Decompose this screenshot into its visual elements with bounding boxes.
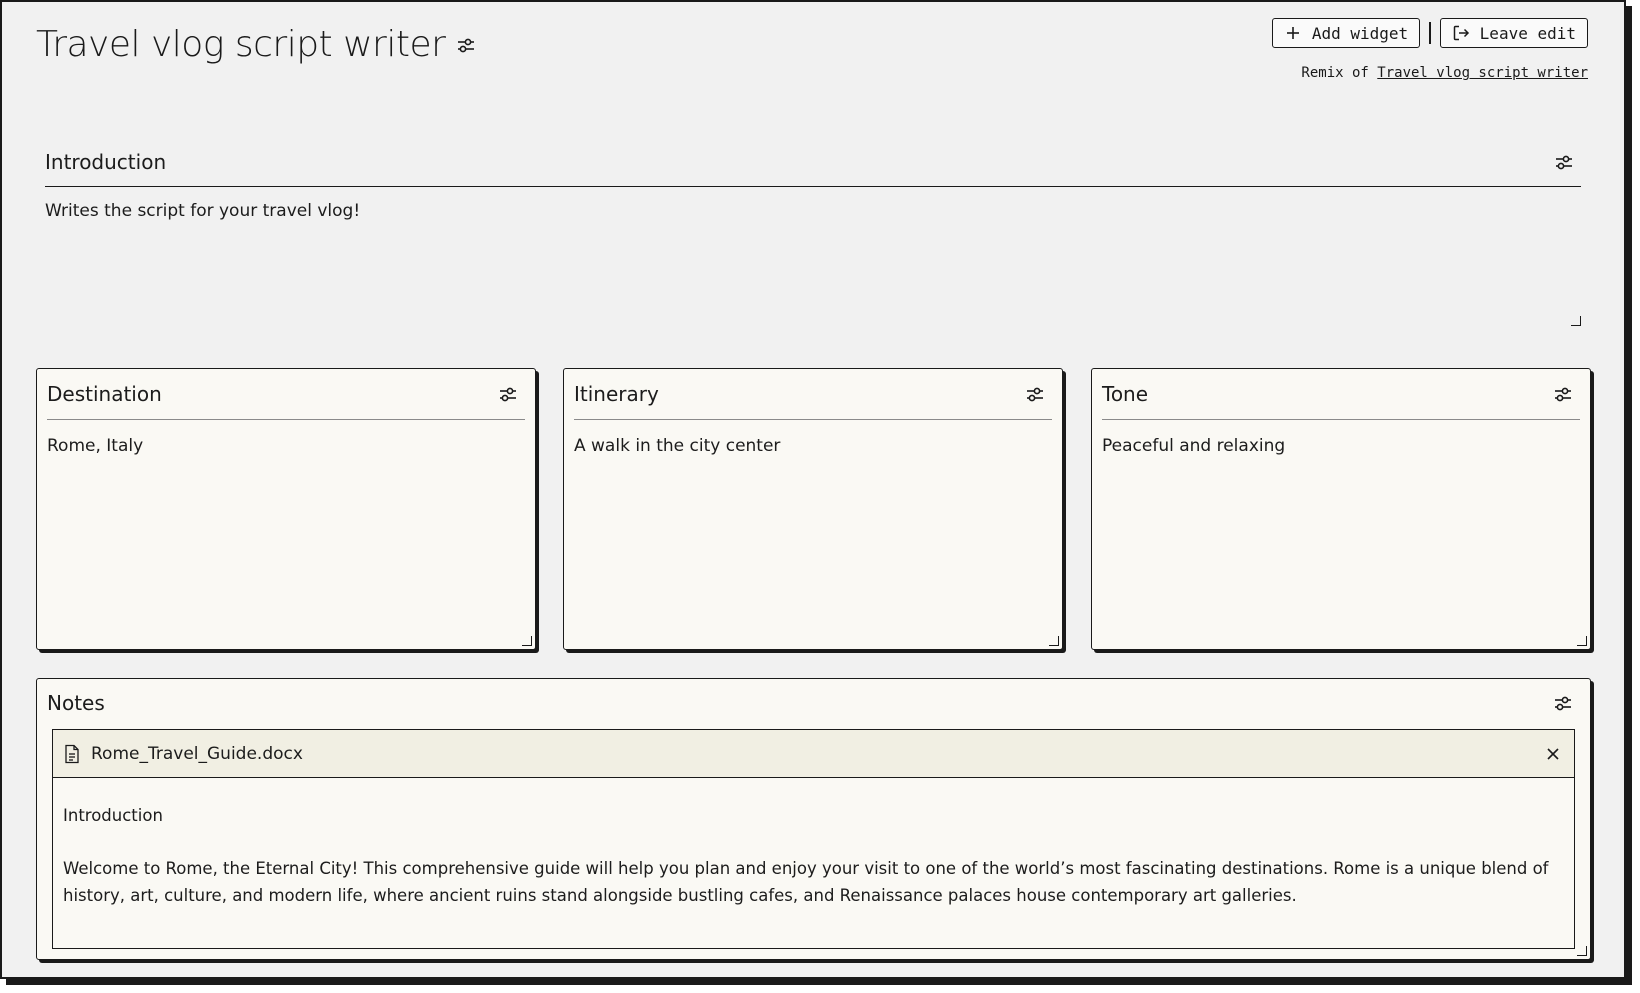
document-icon [63, 744, 81, 764]
widget-header: Itinerary [574, 369, 1052, 420]
document-paragraph: Welcome to Rome, the Eternal City! This … [63, 859, 1549, 905]
document-heading: Introduction [63, 806, 163, 825]
leave-edit-button[interactable]: Leave edit [1439, 18, 1588, 48]
sliders-icon[interactable] [1552, 692, 1574, 714]
page-title-text: Travel vlog script writer [36, 24, 446, 65]
add-widget-button[interactable]: Add widget [1271, 18, 1421, 48]
app-window: Travel vlog script writer Add widget Lea… [0, 0, 1626, 979]
destination-widget: Destination Rome, Italy [36, 368, 536, 650]
destination-value[interactable]: Rome, Italy [47, 436, 525, 456]
tone-widget: Tone Peaceful and relaxing [1091, 368, 1591, 650]
sliders-icon[interactable] [497, 383, 519, 405]
leave-edit-label: Leave edit [1479, 23, 1576, 43]
introduction-header: Introduction [45, 138, 1581, 187]
remix-prefix: Remix of [1301, 65, 1369, 81]
plus-icon [1284, 24, 1302, 42]
document-content[interactable]: Introduction Welcome to Rome, the Eterna… [53, 778, 1574, 909]
introduction-section: Introduction Writes the script for your … [45, 138, 1581, 338]
widget-label: Destination [47, 382, 162, 406]
document-filename: Rome_Travel_Guide.docx [91, 743, 303, 764]
sliders-icon[interactable] [455, 34, 477, 56]
sliders-icon[interactable] [1024, 383, 1046, 405]
resize-handle[interactable] [522, 636, 532, 646]
page-title: Travel vlog script writer [36, 24, 477, 65]
remix-link[interactable]: Travel vlog script writer [1377, 65, 1588, 81]
document-name: Rome_Travel_Guide.docx [63, 744, 303, 764]
widget-header: Destination [47, 369, 525, 420]
document-bar: Rome_Travel_Guide.docx [53, 730, 1574, 778]
introduction-label: Introduction [45, 150, 167, 174]
sliders-icon[interactable] [1552, 383, 1574, 405]
close-icon[interactable] [1544, 745, 1562, 763]
notes-widget: Notes Rome_Travel_Guide.docx Introductio… [36, 678, 1591, 960]
top-actions: Add widget Leave edit [1271, 18, 1588, 48]
attached-document: Rome_Travel_Guide.docx Introduction Welc… [52, 729, 1575, 949]
remix-info: Remix of Travel vlog script writer [1301, 65, 1588, 81]
itinerary-widget: Itinerary A walk in the city center [563, 368, 1063, 650]
notes-header: Notes [47, 679, 1580, 727]
introduction-text[interactable]: Writes the script for your travel vlog! [45, 201, 1581, 221]
widget-label: Itinerary [574, 382, 659, 406]
logout-icon [1452, 24, 1470, 42]
resize-handle[interactable] [1577, 946, 1587, 956]
widget-label: Tone [1102, 382, 1149, 406]
itinerary-value[interactable]: A walk in the city center [574, 436, 1052, 456]
toolbar-divider [1429, 22, 1431, 44]
resize-handle[interactable] [1049, 636, 1059, 646]
widget-header: Tone [1102, 369, 1580, 420]
sliders-icon[interactable] [1553, 151, 1575, 173]
resize-handle[interactable] [1571, 316, 1581, 326]
notes-label: Notes [47, 691, 105, 715]
resize-handle[interactable] [1577, 636, 1587, 646]
tone-value[interactable]: Peaceful and relaxing [1102, 436, 1580, 456]
add-widget-label: Add widget [1311, 23, 1409, 43]
